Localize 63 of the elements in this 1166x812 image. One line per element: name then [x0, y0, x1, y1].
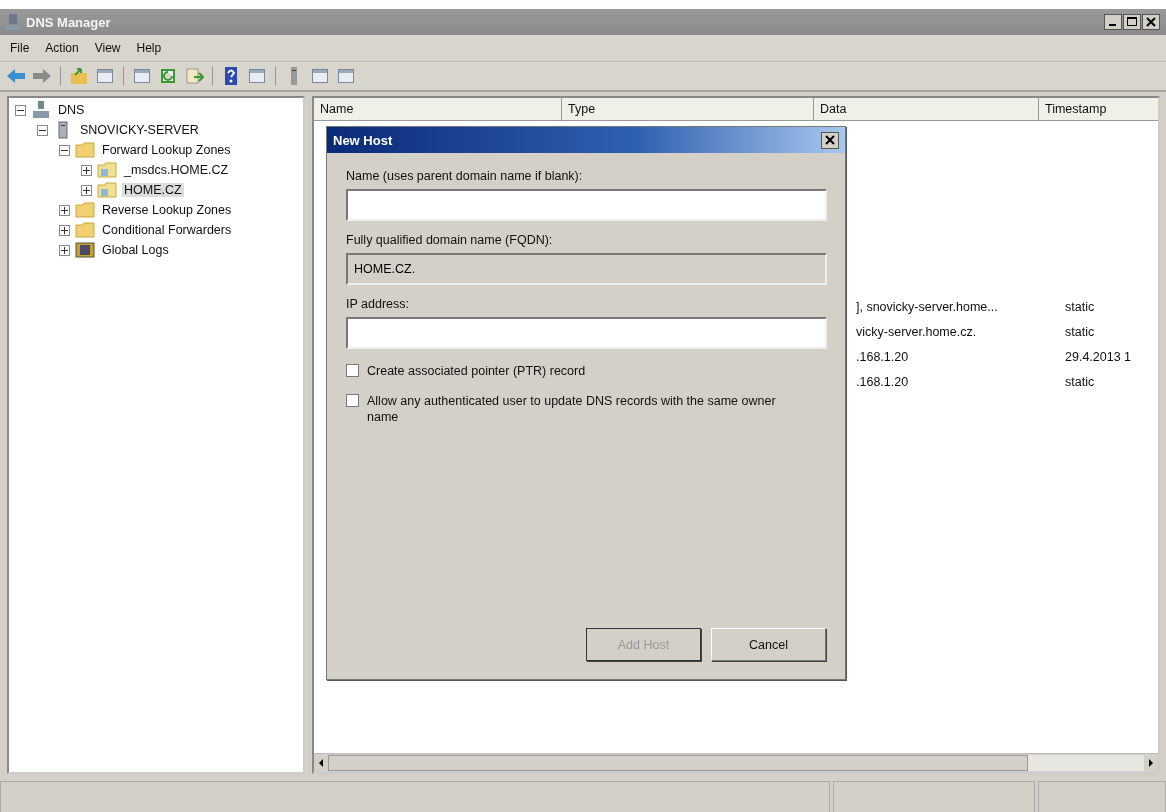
tree-item[interactable]: SNOVICKY-SERVER [78, 123, 201, 137]
table-cell: .168.1.20 [856, 349, 909, 364]
expander-icon[interactable] [81, 184, 92, 196]
checkbox[interactable] [346, 364, 359, 377]
tree-item[interactable]: DNS [56, 103, 87, 117]
tree-item[interactable]: Global Logs [100, 243, 171, 257]
zone-folder-icon [97, 182, 117, 198]
field-label: Name (uses parent domain name if blank): [346, 169, 583, 183]
table-cell: 29.4.2013 1 [1065, 349, 1132, 364]
maximize-button[interactable] [1123, 14, 1141, 30]
folder-icon [75, 142, 95, 158]
tree-item[interactable]: Conditional Forwarders [100, 223, 234, 237]
menu-item[interactable]: Help [136, 41, 162, 55]
horizontal-scrollbar[interactable] [314, 753, 1158, 772]
column-header[interactable]: Type [562, 98, 814, 120]
export-icon[interactable] [184, 66, 204, 86]
checkbox-label[interactable]: Create associated pointer (PTR) record [367, 363, 586, 379]
field-label: Fully qualified domain name (FQDN): [346, 233, 553, 247]
name-input[interactable] [346, 189, 827, 221]
tree-item[interactable]: Forward Lookup Zones [100, 143, 233, 157]
back-arrow-icon[interactable] [6, 66, 26, 86]
folder-icon [75, 202, 95, 218]
close-button[interactable] [1142, 14, 1160, 30]
column-header[interactable]: Name [314, 98, 562, 120]
table-cell: vicky-server.home.cz. [856, 324, 977, 339]
expander-icon[interactable] [37, 124, 48, 136]
folder-up-icon[interactable] [69, 66, 89, 86]
minimize-button[interactable] [1104, 14, 1122, 30]
forward-arrow-icon[interactable] [32, 66, 52, 86]
close-button[interactable] [821, 131, 839, 149]
window-title: DNS Manager [26, 14, 111, 30]
table-cell: static [1065, 324, 1095, 339]
expander-icon[interactable] [59, 224, 70, 236]
folder-icon [75, 222, 95, 238]
checkbox-label[interactable]: Allow any authenticated user to update DNS records with the same owner name [367, 393, 807, 425]
column-header[interactable]: Timestamp [1039, 98, 1158, 120]
ip-address-input[interactable] [346, 317, 827, 349]
dialog-button[interactable]: Cancel [711, 628, 826, 661]
column-header[interactable]: Data [814, 98, 1039, 120]
server-icon [6, 13, 20, 31]
dns-icon [31, 101, 51, 119]
expander-icon[interactable] [15, 104, 26, 116]
tree-item[interactable]: Reverse Lookup Zones [100, 203, 234, 217]
refresh-icon[interactable] [158, 66, 178, 86]
tree-item[interactable]: HOME.CZ [122, 183, 184, 197]
expander-icon[interactable] [59, 204, 70, 216]
field-label: IP address: [346, 297, 409, 311]
fqdn-input[interactable]: HOME.CZ. [346, 253, 827, 285]
table-cell: .168.1.20 [856, 374, 909, 389]
dialog-title: New Host [333, 132, 393, 148]
menu-item[interactable]: View [94, 41, 121, 55]
expander-icon[interactable] [59, 144, 70, 156]
menu-item[interactable]: Action [45, 41, 79, 55]
log-icon [75, 242, 95, 258]
table-cell: ], snovicky-server.home... [856, 299, 998, 314]
checkbox[interactable] [346, 394, 359, 407]
expander-icon[interactable] [59, 244, 70, 256]
expander-icon[interactable] [81, 164, 92, 176]
tree-item[interactable]: _msdcs.HOME.CZ [122, 163, 231, 177]
table-cell: static [1065, 299, 1095, 314]
zone-folder-icon [97, 162, 117, 178]
menu-item[interactable]: File [10, 41, 30, 55]
table-cell: static [1065, 374, 1095, 389]
